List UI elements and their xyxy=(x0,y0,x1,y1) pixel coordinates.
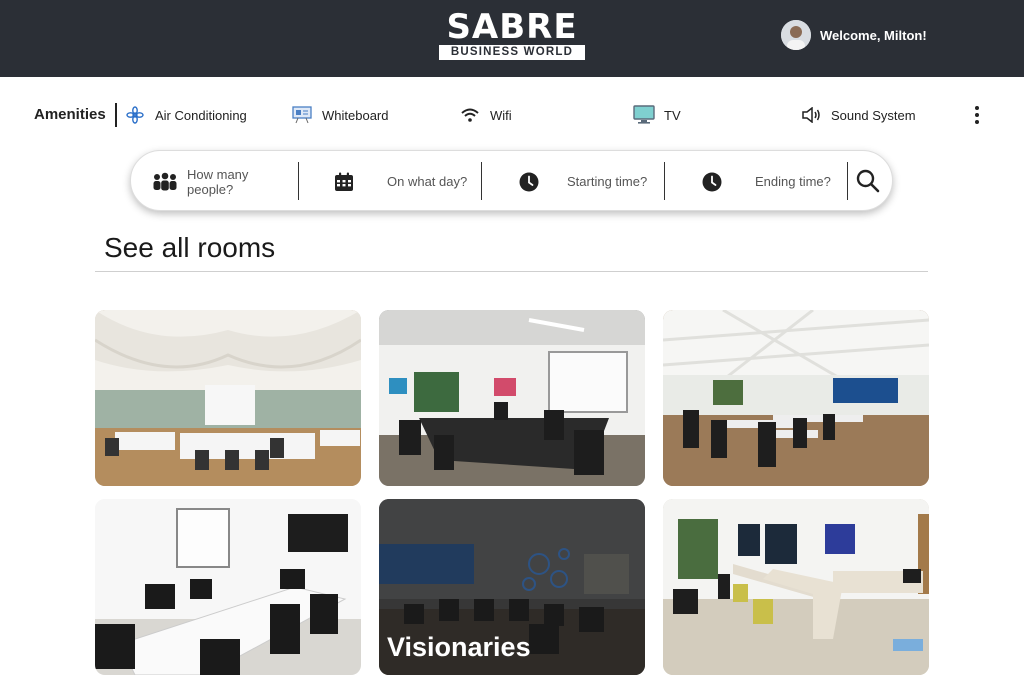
start-time-placeholder: Starting time? xyxy=(567,174,648,189)
search-divider xyxy=(481,162,482,200)
amenities-title: Amenities xyxy=(34,106,106,123)
logo-subtext: BUSINESS WORLD xyxy=(439,45,585,60)
welcome-text: Welcome, Milton! xyxy=(820,27,927,43)
air-conditioning-icon xyxy=(124,105,146,125)
room-card[interactable]: Visionaries xyxy=(379,499,645,675)
search-divider xyxy=(664,162,665,200)
user-menu[interactable]: Welcome, Milton! xyxy=(781,20,927,50)
wifi-icon xyxy=(459,105,481,125)
sabre-logo[interactable]: SABRE BUSINESS WORLD xyxy=(439,10,585,62)
end-time-field[interactable]: Ending time? xyxy=(699,151,847,212)
room-card[interactable] xyxy=(95,499,361,675)
search-divider xyxy=(847,162,848,200)
room-photo xyxy=(379,310,645,486)
amenities-divider xyxy=(115,103,117,127)
people-group-icon xyxy=(152,170,178,194)
top-header: SABRE BUSINESS WORLD Welcome, Milton! xyxy=(0,0,1024,77)
date-placeholder: On what day? xyxy=(387,174,468,189)
room-photo xyxy=(663,499,929,675)
amenity-tv[interactable]: TV xyxy=(633,103,681,127)
amenity-whiteboard[interactable]: Whiteboard xyxy=(291,103,388,127)
people-placeholder: How many people? xyxy=(187,166,249,197)
room-card[interactable] xyxy=(379,310,645,486)
room-photo xyxy=(95,310,361,486)
amenity-air-conditioning[interactable]: Air Conditioning xyxy=(124,103,247,127)
amenity-label: Wifi xyxy=(490,107,512,123)
amenity-sound-system[interactable]: Sound System xyxy=(800,103,916,127)
room-search-bar: How many people? On what day? Starting t… xyxy=(130,150,893,211)
avatar[interactable] xyxy=(781,20,811,50)
search-icon xyxy=(856,169,880,193)
amenity-label: Whiteboard xyxy=(322,107,389,123)
clock-icon xyxy=(699,170,725,194)
clock-icon xyxy=(516,170,542,194)
tv-icon xyxy=(633,105,655,125)
room-card[interactable] xyxy=(663,499,929,675)
whiteboard-icon xyxy=(291,105,313,125)
room-photo xyxy=(95,499,361,675)
room-name: Visionaries xyxy=(387,632,531,662)
page-title: See all rooms xyxy=(104,232,276,263)
sound-system-icon xyxy=(800,105,822,125)
amenity-label: Air Conditioning xyxy=(155,107,247,123)
calendar-icon xyxy=(331,170,357,194)
amenity-label: Sound System xyxy=(831,107,916,123)
room-card[interactable] xyxy=(663,310,929,486)
start-time-field[interactable]: Starting time? xyxy=(516,151,664,212)
amenities-bar: Amenities Air Conditioning Whiteboard Wi… xyxy=(0,100,1024,130)
amenity-label: TV xyxy=(664,107,681,123)
search-divider xyxy=(298,162,299,200)
amenity-wifi[interactable]: Wifi xyxy=(459,103,512,127)
end-time-placeholder: Ending time? xyxy=(755,174,831,189)
people-field[interactable]: How many people? xyxy=(152,151,298,212)
logo-text: SABRE xyxy=(446,7,578,47)
room-photo xyxy=(663,310,929,486)
search-button[interactable] xyxy=(855,168,881,194)
room-card[interactable] xyxy=(95,310,361,486)
section-divider xyxy=(95,271,928,272)
more-vertical-icon[interactable] xyxy=(968,103,986,127)
date-field[interactable]: On what day? xyxy=(331,151,481,212)
